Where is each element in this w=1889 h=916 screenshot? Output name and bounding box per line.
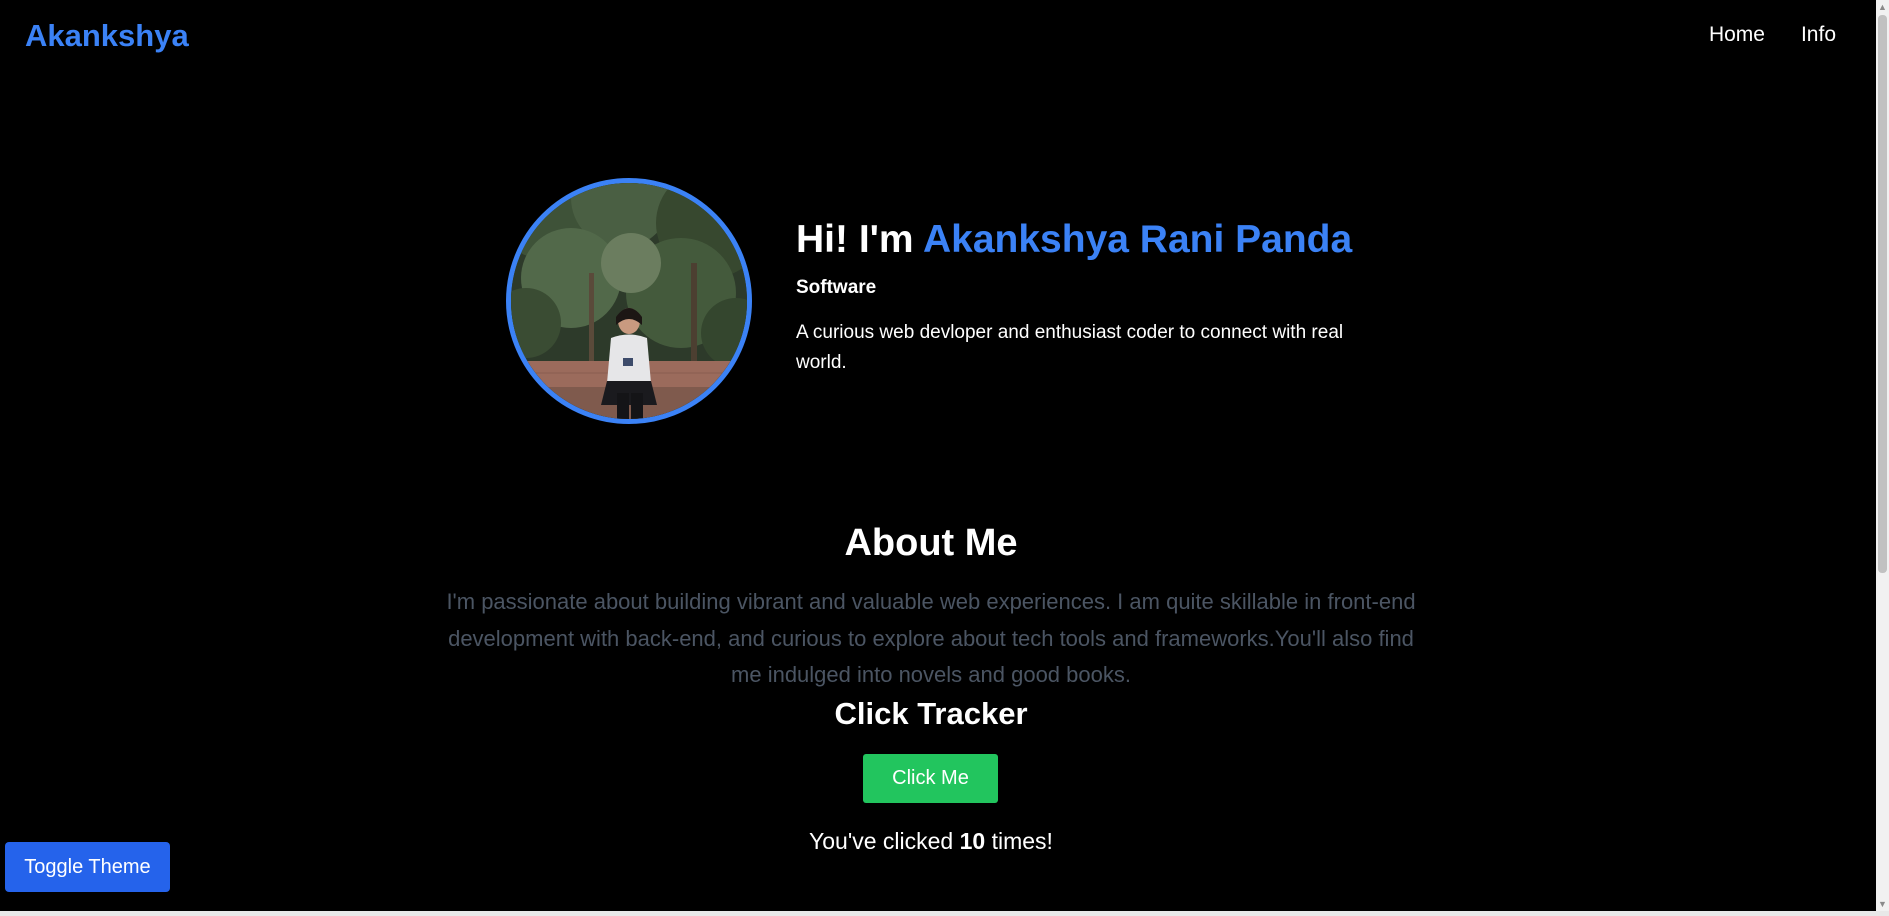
hero-heading: Hi! I'm Akankshya Rani Panda	[796, 216, 1356, 264]
scrollbar-thumb[interactable]	[1878, 15, 1887, 573]
scroll-up-arrow-icon[interactable]: ▲	[1876, 0, 1889, 14]
scroll-down-arrow-icon[interactable]: ▼	[1876, 897, 1889, 911]
nav-link-home[interactable]: Home	[1709, 20, 1765, 50]
about-text: I'm passionate about building vibrant an…	[446, 589, 1416, 687]
profile-avatar	[506, 178, 752, 424]
click-count-text: You've clicked 10 times!	[0, 826, 1862, 856]
profile-photo	[511, 183, 747, 419]
hero-section: Hi! I'm Akankshya Rani Panda Software A …	[506, 178, 1406, 424]
hero-greeting: Hi! I'm	[796, 218, 914, 261]
nav-links: Home Info	[1709, 20, 1836, 50]
hero-role: Software	[796, 277, 877, 298]
click-count-value: 10	[959, 828, 986, 854]
navbar: Akankshya Home Info	[0, 0, 1876, 72]
vertical-scrollbar[interactable]: ▲ ▼	[1876, 0, 1889, 911]
viewport: Akankshya Home Info Hi! I'm Akankshya Ra…	[0, 0, 1876, 911]
brand-logo-link[interactable]: Akankshya	[25, 16, 189, 56]
window-bottom-edge	[0, 911, 1889, 916]
nav-link-info[interactable]: Info	[1801, 20, 1836, 50]
click-me-button[interactable]: Click Me	[863, 754, 998, 803]
toggle-theme-button[interactable]: Toggle Theme	[5, 842, 170, 892]
about-title: About Me	[844, 522, 1018, 564]
click-count-prefix: You've clicked	[809, 828, 954, 854]
hero-name: Akankshya Rani Panda	[923, 218, 1353, 261]
click-tracker-title: Click Tracker	[834, 696, 1028, 731]
click-count-suffix: times!	[991, 828, 1053, 854]
hero-text: Hi! I'm Akankshya Rani Panda Software A …	[796, 216, 1356, 378]
page: Akankshya Home Info Hi! I'm Akankshya Ra…	[0, 0, 1889, 916]
hero-description: A curious web devloper and enthusiast co…	[796, 322, 1344, 373]
